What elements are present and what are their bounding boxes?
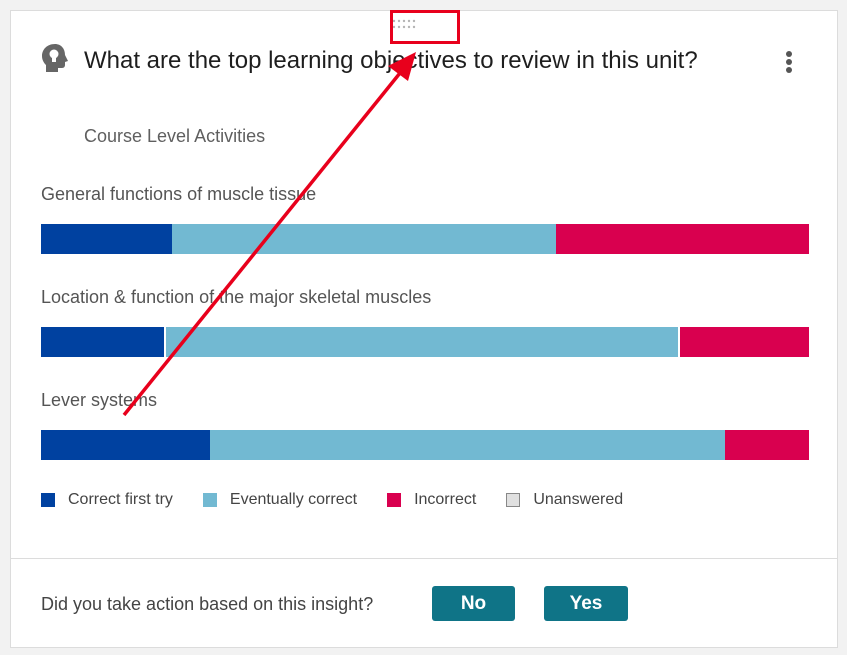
legend-item-incorrect: Incorrect xyxy=(387,491,476,509)
bar-segment-correct-first-try xyxy=(41,327,164,357)
drag-dots-icon xyxy=(392,19,416,29)
objective-label: Location & function of the major skeleta… xyxy=(41,287,432,307)
chart-legend: Correct first try Eventually correct Inc… xyxy=(41,491,653,509)
card-subtitle: Course Level Activities xyxy=(84,126,266,146)
no-button[interactable]: No xyxy=(432,586,515,621)
bar-segment-eventually-correct xyxy=(209,430,725,460)
objective-label: Lever systems xyxy=(41,390,158,410)
objective-bar xyxy=(41,224,809,254)
more-vertical-icon xyxy=(786,51,792,57)
bar-segment-incorrect xyxy=(678,327,809,357)
bar-segment-eventually-correct xyxy=(163,327,679,357)
legend-swatch xyxy=(387,493,402,507)
bar-segment-eventually-correct xyxy=(171,224,556,254)
objective-bar xyxy=(41,327,809,357)
more-options-button[interactable] xyxy=(777,47,801,77)
bar-segment-correct-first-try xyxy=(41,224,172,254)
card-title: What are the top learning objectives to … xyxy=(84,47,698,74)
objective-label: General functions of muscle tissue xyxy=(41,184,317,204)
legend-swatch xyxy=(506,493,521,507)
yes-button[interactable]: Yes xyxy=(544,586,628,621)
legend-item-eventually-correct: Eventually correct xyxy=(202,491,358,509)
bar-segment-correct-first-try xyxy=(41,430,210,460)
footer-divider xyxy=(11,558,837,559)
action-question: Did you take action based on this insigh… xyxy=(41,594,374,614)
bar-segment-incorrect xyxy=(555,224,809,254)
objective-bar xyxy=(41,430,809,460)
drag-handle[interactable] xyxy=(391,18,419,32)
legend-swatch xyxy=(41,493,55,507)
legend-label: Eventually correct xyxy=(229,491,358,508)
legend-label: Correct first try xyxy=(68,491,173,508)
legend-swatch xyxy=(202,493,217,507)
head-lightbulb-icon xyxy=(42,44,68,72)
legend-item-unanswered: Unanswered xyxy=(506,491,623,509)
insight-card: What are the top learning objectives to … xyxy=(10,10,838,648)
legend-item-correct-first-try: Correct first try xyxy=(41,491,173,509)
legend-label: Incorrect xyxy=(414,491,477,508)
bar-segment-incorrect xyxy=(724,430,809,460)
legend-label: Unanswered xyxy=(533,491,624,508)
